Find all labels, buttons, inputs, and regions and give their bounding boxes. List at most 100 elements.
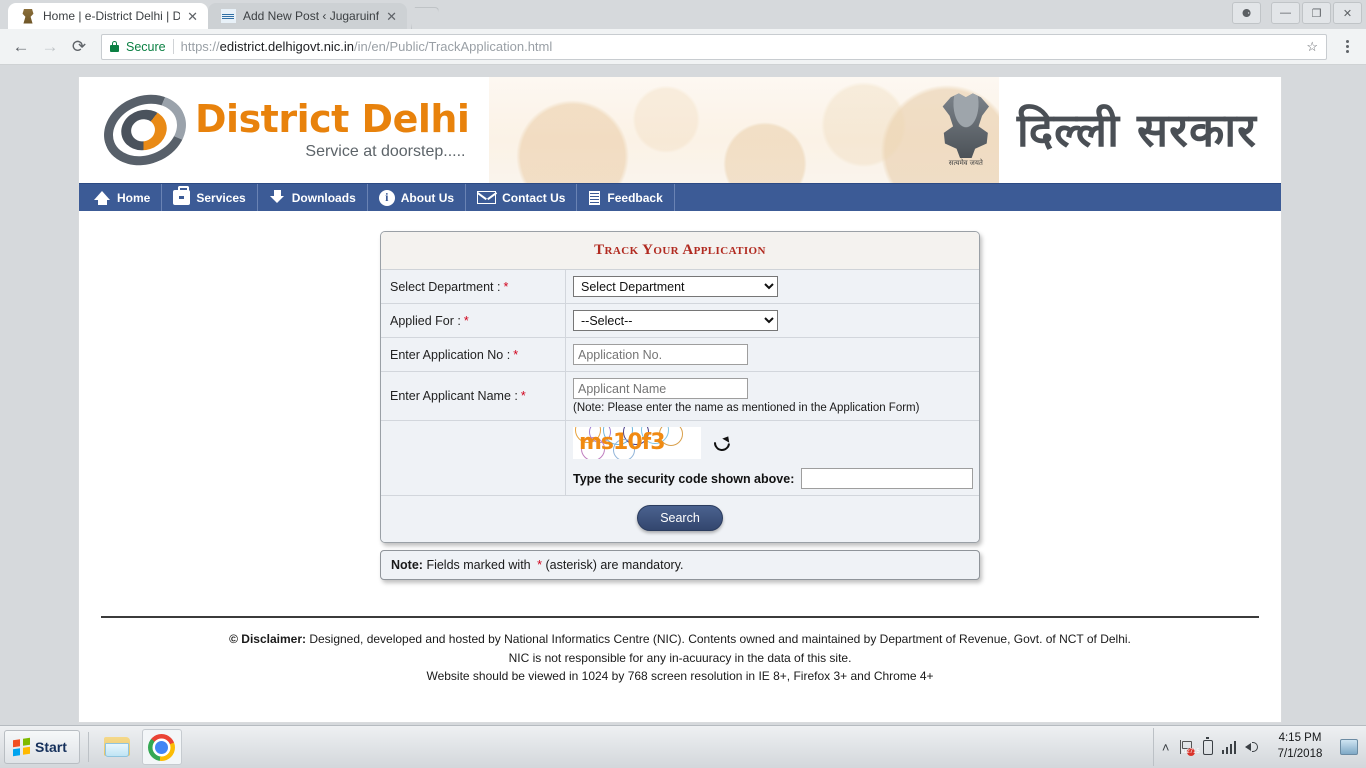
footer-line-3: Website should be viewed in 1024 by 768 … — [426, 669, 934, 684]
url-path: /in/en/Public/TrackApplication.html — [354, 39, 553, 54]
form-row-captcha: ms10f3 Type the security code shown abov… — [381, 421, 979, 496]
lock-icon — [110, 41, 119, 52]
edistrict-logo-icon — [93, 82, 197, 178]
security-code-label: Type the security code shown above: — [573, 471, 795, 486]
nav-item-feedback[interactable]: Feedback — [577, 183, 675, 212]
logo-text-block: District Delhi Service at doorstep..... — [195, 100, 470, 160]
minimize-button[interactable]: — — [1271, 2, 1300, 24]
site-logo[interactable]: District Delhi Service at doorstep..... — [79, 77, 489, 183]
disclaimer-text: Designed, developed and hosted by Nation… — [309, 632, 1131, 646]
tab-title: Home | e-District Delhi | D — [43, 9, 181, 23]
security-code-line: Type the security code shown above: — [573, 468, 979, 489]
applied-for-select[interactable]: --Select-- — [573, 310, 778, 331]
nav-item-home[interactable]: Home — [83, 183, 163, 212]
address-bar[interactable]: Secure https://edistrict.delhigovt.nic.i… — [101, 33, 1327, 60]
briefcase-icon — [173, 186, 191, 205]
form-row-department: Select Department : * Select Department — [381, 270, 979, 304]
nav-label: Contact Us — [502, 190, 566, 205]
label-text: Enter Applicant Name : — [390, 389, 518, 403]
captcha-code: ms10f3 — [579, 430, 666, 455]
site-footer: © Disclaimer: Designed, developed and ho… — [79, 618, 1281, 696]
window-controls: ⚈ — ❐ ✕ — [1232, 2, 1362, 24]
applicant-name-note: (Note: Please enter the name as mentione… — [573, 402, 920, 414]
speaker-icon[interactable] — [1245, 740, 1260, 754]
required-asterisk: * — [463, 313, 469, 328]
form-title: Track Your Application — [381, 232, 979, 270]
required-asterisk: * — [513, 347, 519, 362]
new-tab-button[interactable] — [410, 7, 439, 29]
url-text: https://edistrict.delhigovt.nic.in/in/en… — [181, 39, 553, 54]
field-application-no — [566, 338, 979, 371]
label-applied-for: Applied For : * — [381, 304, 566, 337]
nav-item-about-us[interactable]: i About Us — [368, 183, 467, 212]
tray-expand-icon[interactable]: ˄ — [1162, 740, 1170, 755]
network-flag-icon[interactable]: \u2715 — [1179, 739, 1200, 756]
nav-label: Feedback — [607, 190, 663, 205]
close-window-button[interactable]: ✕ — [1333, 2, 1362, 24]
label-applicant-name: Enter Applicant Name : * — [381, 372, 566, 420]
maximize-restore-button[interactable]: ❐ — [1302, 2, 1331, 24]
label-text: Select Department : — [390, 279, 501, 294]
browser-tab-inactive[interactable]: Add New Post ‹ Jugaruinf ✕ — [208, 3, 407, 29]
application-no-input[interactable] — [573, 344, 748, 365]
browser-tab-strip: Home | e-District Delhi | D ✕ Add New Po… — [0, 0, 1366, 29]
info-icon: i — [378, 189, 395, 206]
start-button[interactable]: Start — [4, 730, 80, 764]
tab-close-icon[interactable]: ✕ — [386, 10, 397, 23]
department-select[interactable]: Select Department — [573, 276, 778, 297]
captcha-label-spacer — [381, 421, 566, 495]
taskbar-item-chrome[interactable] — [141, 729, 182, 765]
start-label: Start — [35, 739, 67, 755]
mandatory-note: Note: Fields marked with * (asterisk) ar… — [380, 550, 980, 580]
battery-icon[interactable] — [1202, 737, 1213, 755]
site-favicon-icon — [220, 8, 236, 24]
desktop: Home | e-District Delhi | D ✕ Add New Po… — [0, 0, 1366, 768]
national-emblem-icon: सत्यमेव जयते — [933, 92, 999, 168]
nav-label: Downloads — [291, 190, 356, 205]
nav-label: Home — [117, 190, 151, 205]
label-application-no: Enter Application No : * — [381, 338, 566, 371]
clock-date: 7/1/2018 — [1277, 748, 1323, 760]
form-actions: Search — [381, 496, 979, 542]
form-row-application-no: Enter Application No : * — [381, 338, 979, 372]
tab-close-icon[interactable]: ✕ — [187, 10, 198, 23]
form-row-applied-for: Applied For : * --Select-- — [381, 304, 979, 338]
bookmark-star-icon[interactable]: ☆ — [1306, 39, 1318, 55]
signal-bars-icon[interactable] — [1221, 740, 1236, 754]
refresh-icon[interactable] — [714, 435, 730, 451]
nav-item-contact-us[interactable]: Contact Us — [466, 183, 578, 212]
taskbar-item-file-explorer[interactable] — [97, 729, 137, 765]
kebab-menu-icon[interactable] — [1336, 40, 1358, 53]
reload-icon[interactable]: ⟳ — [66, 34, 92, 60]
forward-icon[interactable]: → — [37, 34, 63, 60]
note-label: Note: — [391, 558, 423, 572]
taskbar-clock[interactable]: 4:15 PM 7/1/2018 — [1269, 731, 1331, 762]
form-row-applicant-name: Enter Applicant Name : * (Note: Please e… — [381, 372, 979, 421]
website-container: District Delhi Service at doorstep..... … — [78, 77, 1282, 723]
label-text: Applied For : — [390, 313, 461, 328]
applicant-name-input[interactable] — [573, 378, 748, 399]
chrome-icon — [148, 733, 176, 761]
note-text-after: (asterisk) are mandatory. — [545, 558, 684, 572]
tab-title: Add New Post ‹ Jugaruinf — [243, 9, 380, 23]
home-icon — [94, 190, 111, 205]
site-header: District Delhi Service at doorstep..... … — [79, 77, 1281, 183]
required-asterisk: * — [520, 389, 526, 403]
footer-line-1: © Disclaimer: Designed, developed and ho… — [109, 630, 1251, 649]
url-host: edistrict.delhigovt.nic.in — [219, 39, 355, 54]
folder-icon — [103, 736, 130, 758]
field-select-department: Select Department — [566, 270, 979, 303]
label-text: Enter Application No : — [390, 347, 511, 362]
back-icon[interactable]: ← — [8, 34, 34, 60]
browser-tab-active[interactable]: Home | e-District Delhi | D ✕ — [8, 3, 208, 29]
india-emblem-icon — [20, 8, 36, 24]
security-code-input[interactable] — [801, 468, 974, 489]
nav-item-services[interactable]: Services — [162, 183, 258, 212]
show-desktop-icon[interactable] — [1340, 739, 1358, 755]
profile-icon[interactable]: ⚈ — [1232, 2, 1261, 24]
label-select-department: Select Department : * — [381, 270, 566, 303]
search-button[interactable]: Search — [637, 505, 723, 531]
govt-hindi-title: दिल्ली सरकार — [1016, 103, 1257, 157]
nav-item-downloads[interactable]: Downloads — [258, 183, 368, 212]
required-asterisk: * — [503, 279, 509, 294]
